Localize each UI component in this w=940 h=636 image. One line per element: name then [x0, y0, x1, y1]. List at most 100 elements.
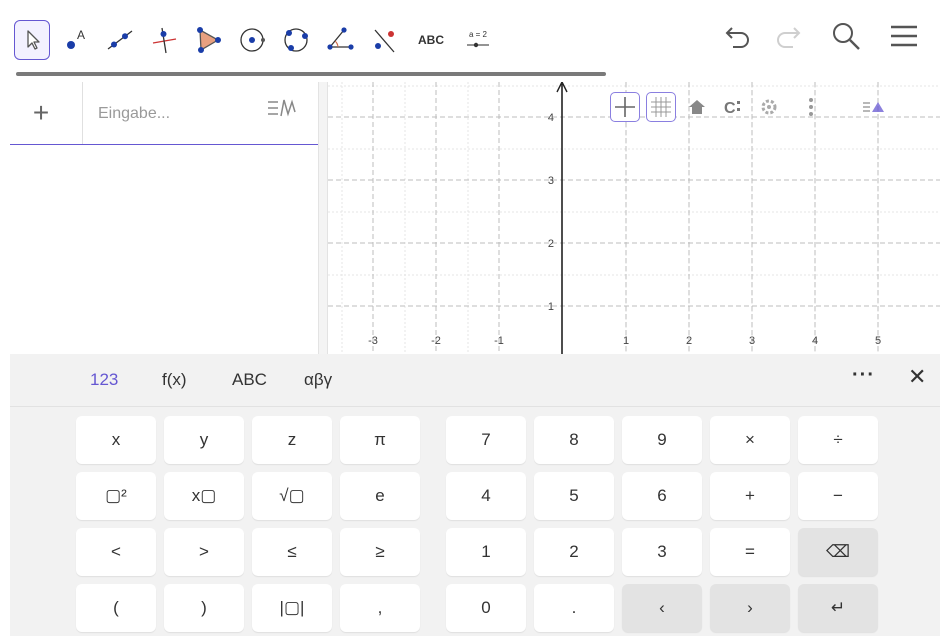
key-minus[interactable]: − — [798, 472, 878, 520]
slider-tool[interactable]: a = 2 — [458, 20, 498, 60]
standard-view-button[interactable] — [682, 92, 712, 122]
y-tick-label: 3 — [548, 175, 554, 187]
toolbar-scroll-indicator — [16, 72, 606, 76]
key-z[interactable]: z — [252, 416, 332, 464]
reflect-icon — [374, 29, 395, 53]
undo-button[interactable] — [718, 18, 758, 54]
text-tool[interactable]: ABC — [410, 20, 452, 60]
grid-toggle-icon — [651, 97, 671, 117]
key-backspace[interactable]: ⌫ — [798, 528, 878, 576]
toggle-axes-button[interactable] — [610, 92, 640, 122]
key-x[interactable]: x — [76, 416, 156, 464]
more-options-button[interactable] — [796, 92, 826, 122]
key-pi[interactable]: π — [340, 416, 420, 464]
algebra-input-row: + — [10, 82, 318, 145]
line-tool[interactable] — [102, 20, 138, 60]
y-tick-label: 1 — [548, 301, 554, 313]
key-y[interactable]: y — [164, 416, 244, 464]
slider-icon: a = 2 — [467, 30, 489, 48]
plus-icon: + — [32, 97, 50, 128]
algebra-menu-button[interactable] — [264, 94, 300, 126]
redo-button[interactable] — [768, 18, 808, 54]
key-e[interactable]: e — [340, 472, 420, 520]
svg-text:C: C — [724, 100, 736, 117]
angle-tool[interactable] — [322, 20, 358, 60]
key-8[interactable]: 8 — [534, 416, 614, 464]
main-menu-button[interactable] — [884, 18, 924, 54]
undo-icon — [725, 27, 749, 48]
point-tool[interactable]: A — [58, 20, 94, 60]
graphics-settings-button[interactable] — [754, 92, 784, 122]
key-close-paren[interactable]: ) — [164, 584, 244, 632]
key-4[interactable]: 4 — [446, 472, 526, 520]
perpendicular-icon — [152, 27, 177, 54]
key-power[interactable]: x▢ — [164, 472, 244, 520]
key-1[interactable]: 1 — [446, 528, 526, 576]
home-icon — [689, 100, 705, 114]
x-tick-label: -2 — [431, 335, 441, 347]
algebra-row-separator — [82, 82, 83, 144]
key-0[interactable]: 0 — [446, 584, 526, 632]
graphics-view[interactable]: -3 -2 -1 1 2 3 4 5 1 2 3 4 C — [328, 82, 940, 354]
key-open-paren[interactable]: ( — [76, 584, 156, 632]
circle-three-points-tool[interactable] — [278, 20, 314, 60]
redo-icon — [777, 27, 801, 48]
x-tick-label: -3 — [368, 335, 378, 347]
tab-123[interactable]: 123 — [90, 354, 118, 406]
label-style-button[interactable]: C — [718, 92, 748, 122]
add-item-button[interactable]: + — [24, 96, 58, 130]
point-icon: A — [67, 28, 85, 49]
key-multiply[interactable]: × — [710, 416, 790, 464]
key-equals[interactable]: = — [710, 528, 790, 576]
key-sqrt[interactable]: √▢ — [252, 472, 332, 520]
key-divide[interactable]: ÷ — [798, 416, 878, 464]
tab-abc[interactable]: ABC — [232, 354, 267, 406]
reflect-line-tool[interactable] — [366, 20, 402, 60]
circle-center-point-tool[interactable] — [234, 20, 270, 60]
key-less-equal[interactable]: ≤ — [252, 528, 332, 576]
keyboard-more-button[interactable]: ··· — [852, 364, 875, 387]
move-tool[interactable] — [14, 20, 50, 60]
key-cursor-left[interactable]: ‹ — [622, 584, 702, 632]
key-7[interactable]: 7 — [446, 416, 526, 464]
gear-icon — [761, 99, 777, 115]
y-tick-label: 2 — [548, 238, 554, 250]
key-5[interactable]: 5 — [534, 472, 614, 520]
key-9[interactable]: 9 — [622, 416, 702, 464]
key-greater-than[interactable]: > — [164, 528, 244, 576]
slider-tool-label: a = 2 — [469, 30, 488, 39]
key-plus[interactable]: + — [710, 472, 790, 520]
key-cursor-right[interactable]: › — [710, 584, 790, 632]
key-2[interactable]: 2 — [534, 528, 614, 576]
hamburger-icon — [891, 25, 917, 47]
key-decimal-point[interactable]: . — [534, 584, 614, 632]
svg-text:A: A — [77, 28, 85, 42]
algebra-view: + — [10, 82, 318, 354]
search-icon — [833, 23, 860, 50]
polygon-tool[interactable] — [190, 20, 226, 60]
search-button[interactable] — [826, 18, 866, 54]
y-tick-label: 4 — [548, 112, 554, 124]
key-enter[interactable]: ↵ — [798, 584, 878, 632]
keyboard-tab-bar: 123 f(x) ABC αβγ ··· ✕ — [10, 354, 940, 407]
toggle-grid-button[interactable] — [646, 92, 676, 122]
algebra-input[interactable] — [96, 100, 260, 128]
key-square[interactable]: ▢² — [76, 472, 156, 520]
key-greater-equal[interactable]: ≥ — [340, 528, 420, 576]
keyboard-close-button[interactable]: ✕ — [908, 364, 926, 390]
panel-divider[interactable] — [318, 82, 328, 354]
key-6[interactable]: 6 — [622, 472, 702, 520]
view-toggle-button[interactable] — [858, 92, 888, 122]
key-less-than[interactable]: < — [76, 528, 156, 576]
angle-icon — [327, 27, 354, 50]
x-tick-label: 1 — [623, 335, 629, 347]
perpendicular-line-tool[interactable] — [146, 20, 182, 60]
tab-greek[interactable]: αβγ — [304, 354, 332, 406]
polygon-icon — [197, 27, 221, 53]
key-absolute[interactable]: |▢| — [252, 584, 332, 632]
key-3[interactable]: 3 — [622, 528, 702, 576]
key-comma[interactable]: , — [340, 584, 420, 632]
graphics-style-bar: C — [610, 84, 932, 130]
algebra-menu-icon — [268, 99, 296, 117]
tab-functions[interactable]: f(x) — [162, 354, 187, 406]
